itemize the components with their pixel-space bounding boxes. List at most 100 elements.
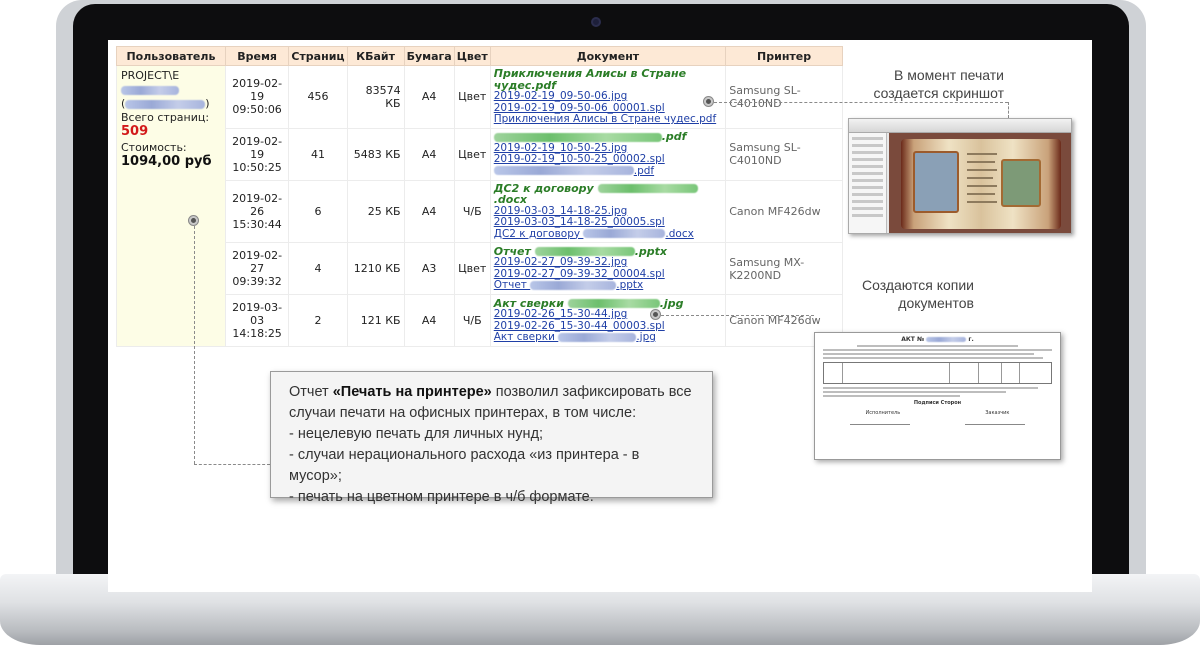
copy-doc-signatures-title: Подписи Сторон [913, 400, 962, 406]
printer-cell: Samsung SL-C4010ND [725, 127, 843, 181]
redacted-fullname [125, 99, 206, 109]
doc-link-suffix: .docx [665, 227, 694, 240]
kb-cell: 83574 КБ [346, 65, 405, 129]
kb-cell: 25 КБ [346, 179, 405, 243]
screenshot-label-line1: В момент печати [894, 67, 1004, 83]
screenshot-link[interactable]: 2019-02-27_09-39-32.jpg [494, 256, 722, 269]
doc-link-prefix: Акт сверки [493, 331, 559, 343]
color-cell: Цвет [453, 242, 491, 295]
connector-line [1008, 102, 1009, 118]
color-cell: Цвет [453, 65, 491, 129]
connector-line [661, 315, 814, 316]
document-copy-link[interactable]: ДС2 к договору .docx [493, 227, 722, 241]
col-header-kb[interactable]: КБайт [346, 46, 405, 66]
color-cell: Ч/Б [453, 179, 491, 243]
time-cell: 2019-02-26 15:30:44 [224, 179, 290, 243]
col-header-pages[interactable]: Страниц [288, 46, 348, 66]
pages-cell: 41 [288, 127, 348, 181]
cost-value: 1094,00 руб [121, 154, 212, 169]
time-cell: 2019-03-03 14:18:25 [224, 294, 290, 347]
document-cell: Приключения Алисы в Стране чудес.pdf 201… [489, 65, 727, 129]
print-screenshot-thumbnail[interactable] [848, 118, 1072, 234]
table-row: 2019-02-26 15:30:44 6 25 КБ A4 Ч/Б ДС2 к … [117, 179, 843, 243]
print-report-table: Пользователь Время Страниц КБайт Бумага … [116, 46, 843, 347]
row-date: 2019-03-03 [232, 301, 283, 327]
doc-title-suffix: .pdf [661, 130, 687, 143]
callout-report-name: «Печать на принтере» [332, 384, 492, 400]
paper-cell: A4 [403, 294, 455, 347]
user-fullname: () [121, 97, 221, 111]
report-callout: Отчет «Печать на принтере» позволил зафи… [270, 371, 713, 505]
screenshot-link[interactable]: 2019-02-19_09-50-06.jpg [494, 90, 722, 103]
doc-link-suffix: .jpg [636, 331, 656, 343]
copy-doc-sign-left: Исполнитель [865, 410, 901, 416]
redacted-doc-name [530, 280, 617, 290]
printer-cell: Canon MF426dw [725, 179, 843, 243]
document-title: Приключения Алисы в Стране чудес.pdf [493, 67, 687, 92]
document-copy-link[interactable]: Приключения Алисы в Стране чудес.pdf [494, 113, 722, 126]
connector-line [194, 226, 195, 464]
col-header-user[interactable]: Пользователь [116, 46, 226, 66]
document-cell: ДС2 к договору .docx 2019-03-03_14-18-25… [489, 179, 727, 243]
paper-cell: A4 [403, 179, 455, 243]
row-time: 10:50:25 [232, 160, 282, 174]
redacted-doc-name [534, 247, 635, 256]
document-copy-preview[interactable]: АКТ № г. Подписи Сторон Исполнитель Зака… [814, 332, 1061, 460]
callout-line1: Отчет «Печать на принтере» позволил зафи… [289, 384, 692, 400]
col-header-printer[interactable]: Принтер [725, 46, 843, 66]
redacted-doc-name [597, 184, 698, 193]
document-copy-link[interactable]: Акт сверки .jpg [493, 331, 722, 344]
copy-doc-sign-right: Заказчик [985, 410, 1010, 416]
table-row: 2019-02-19 10:50:25 41 5483 КБ A4 Цвет .p… [117, 127, 843, 181]
col-header-document[interactable]: Документ [489, 46, 727, 66]
redacted-doc-name [583, 229, 666, 238]
row-date: 2019-02-27 [232, 249, 283, 275]
connector-dot [189, 216, 198, 225]
spool-file-link[interactable]: 2019-02-19_10-50-25_00002.spl [494, 153, 722, 166]
doc-link-suffix: .pptx [616, 279, 644, 291]
kb-cell: 5483 КБ [346, 127, 405, 181]
row-time: 14:18:25 [232, 327, 282, 340]
callout-line5: - печать на цветном принтере в ч/б форма… [289, 489, 594, 505]
copies-label-line2: документов [898, 295, 974, 311]
table-row: 2019-02-27 09:39:32 4 1210 КБ A3 Цвет Отч… [117, 242, 843, 295]
copies-label-line1: Создаются копии [861, 277, 974, 293]
screenshot-label-line2: создается скриншот [873, 85, 1004, 101]
document-copy-link[interactable]: Отчет .pptx [493, 279, 722, 292]
doc-link-prefix: Отчет [493, 279, 531, 291]
printer-cell: Samsung MX-K2200ND [725, 242, 843, 295]
document-copy-link[interactable]: .pdf [493, 165, 722, 178]
doc-link-prefix: ДС2 к договору [493, 227, 584, 240]
user-account: PROJECT\Е [121, 69, 221, 97]
connector-line [714, 102, 1008, 103]
book-illustration [1001, 159, 1041, 207]
redacted-username [121, 85, 179, 95]
col-header-paper[interactable]: Бумага [403, 46, 455, 66]
table-header-row: Пользователь Время Страниц КБайт Бумага … [116, 46, 843, 66]
thumbnail-sidebar [849, 133, 887, 233]
paper-cell: A4 [403, 127, 455, 181]
table-row: 2019-03-03 14:18:25 2 121 КБ A4 Ч/Б Акт с… [117, 294, 843, 347]
document-cell: Акт сверки .jpg 2019-02-26_15-30-44.jpg … [489, 294, 727, 347]
redacted-doc-name [558, 332, 637, 342]
pages-cell: 6 [288, 179, 348, 243]
laptop-screen: Пользователь Время Страниц КБайт Бумага … [108, 40, 1092, 592]
pages-cell: 456 [288, 65, 348, 129]
redacted-doc-name [493, 132, 662, 142]
copy-doc-title: АКТ № г. [901, 336, 974, 343]
document-title: ДС2 к договору .docx [494, 182, 722, 206]
webcam-icon [591, 17, 601, 27]
thumbnail-toolbar [849, 119, 1071, 133]
redacted-doc-name [567, 299, 660, 308]
col-header-color[interactable]: Цвет [453, 46, 491, 66]
row-date: 2019-02-19 [232, 77, 283, 104]
pages-cell: 4 [288, 242, 348, 295]
time-cell: 2019-02-27 09:39:32 [224, 242, 290, 295]
paper-cell: A4 [403, 65, 455, 129]
col-header-time[interactable]: Время [224, 46, 290, 66]
table-row: PROJECT\Е () Всего страниц: 509 Стоимост… [116, 65, 843, 347]
kb-cell: 121 КБ [346, 294, 405, 347]
row-time: 09:50:06 [232, 103, 282, 117]
row-time: 09:39:32 [232, 275, 282, 288]
total-pages-value: 509 [121, 124, 149, 139]
